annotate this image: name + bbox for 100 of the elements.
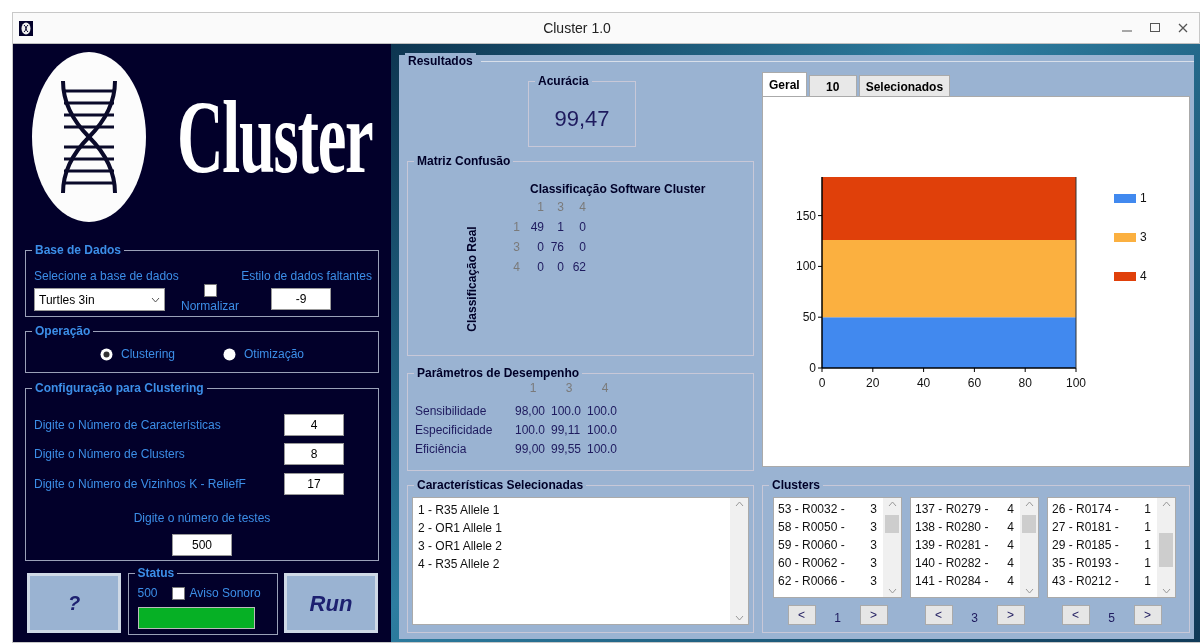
next-page-button[interactable]: > (996, 605, 1025, 625)
matrix-cell-text: 62 (571, 259, 586, 276)
list-item[interactable]: 53 - R0032 - 3 (778, 500, 879, 518)
help-button[interactable]: ? (27, 573, 121, 633)
item-cluster: 1 (1144, 519, 1151, 536)
matrix-cell-text: 49 (529, 219, 544, 236)
legend-label: 4 (1140, 269, 1147, 283)
row-label: Especificidade (415, 422, 494, 438)
item-cluster: 4 (1007, 537, 1014, 554)
tab[interactable]: Geral (762, 72, 807, 96)
list-item[interactable]: 140 - R0282 - 4 (915, 554, 1016, 572)
row-label: Eficiência (415, 441, 468, 457)
table-cell-text: 98,00 (515, 403, 547, 419)
scroll-up-icon[interactable] (887, 501, 897, 507)
list-item[interactable]: 26 - R0174 - 1 (1052, 500, 1153, 518)
scroll-down-icon[interactable] (1024, 588, 1034, 594)
tick-label: 0 (818, 376, 826, 390)
number-field[interactable]: 17 (284, 472, 344, 495)
item-name: 138 - R0280 - (915, 519, 989, 536)
next-page-button[interactable]: > (859, 605, 888, 625)
list-item[interactable]: 27 - R0181 - 1 (1052, 518, 1153, 536)
run-button[interactable]: Run (284, 573, 378, 633)
number-field[interactable]: 4 (284, 413, 344, 436)
item-cluster: 4 (1007, 555, 1014, 572)
item-cluster: 1 (1144, 501, 1151, 518)
tab[interactable]: 10 (808, 75, 857, 96)
list-item[interactable]: 2 - OR1 Allele 1 (418, 519, 725, 537)
table-cell-text: 100.0 (587, 403, 619, 419)
scroll-thumb[interactable] (1159, 533, 1173, 567)
previous-page-button[interactable]: < (924, 605, 953, 625)
table-cell-text: 99,55 (551, 441, 583, 457)
item-name: 26 - R0174 - (1052, 501, 1119, 518)
tick-label: 40 (916, 376, 931, 390)
item-name: 43 - R0212 - (1052, 573, 1119, 590)
page-number: 3 (970, 610, 979, 627)
scroll-thumb[interactable] (1022, 515, 1036, 533)
logo-text: Cluster (177, 85, 373, 189)
scroll-down-icon[interactable] (1161, 588, 1171, 594)
list-item[interactable]: 1 - R35 Allele 1 (418, 501, 725, 519)
maximize-icon[interactable] (1149, 22, 1161, 34)
radio-button[interactable] (99, 347, 113, 361)
table-cell-text: 100.0 (587, 441, 619, 457)
item-cluster: 4 (1007, 501, 1014, 518)
checkbox[interactable] (171, 586, 185, 600)
list-item[interactable]: 139 - R0281 - 4 (915, 536, 1016, 554)
legend-swatch (1114, 233, 1136, 242)
scroll-up-icon[interactable] (1161, 501, 1171, 507)
item-cluster: 4 (1007, 573, 1014, 590)
scroll-down-icon[interactable] (887, 588, 897, 594)
item-name: 137 - R0279 - (915, 501, 989, 518)
axis-title: Classificação Software Cluster (530, 181, 706, 198)
table-cell-text: 100.0 (551, 403, 583, 419)
close-icon[interactable] (1177, 22, 1189, 34)
item-cluster: 1 (1144, 555, 1151, 572)
field-label: Estilo de dados faltantes (241, 268, 372, 285)
row-header: 1 (512, 219, 520, 236)
item-cluster: 1 (1144, 573, 1151, 590)
status-count: 500 (137, 585, 158, 602)
list-item[interactable]: 29 - R0185 - 1 (1052, 536, 1153, 554)
item-cluster: 4 (1007, 519, 1014, 536)
next-page-button[interactable]: > (1133, 605, 1162, 625)
list-item[interactable]: 138 - R0280 - 4 (915, 518, 1016, 536)
column-header: 1 (528, 380, 538, 396)
scroll-up-icon[interactable] (1024, 501, 1034, 507)
dna-logo-icon (31, 51, 147, 223)
list-item[interactable]: 35 - R0193 - 1 (1052, 554, 1153, 572)
tick-label: 50 (802, 310, 816, 325)
missing-value-field[interactable]: -9 (271, 288, 331, 310)
dataset-dropdown[interactable]: Turtles 3in (34, 288, 165, 311)
scroll-down-icon[interactable] (734, 615, 744, 621)
list-item[interactable]: 59 - R0060 - 3 (778, 536, 879, 554)
tab[interactable]: Selecionados (858, 75, 951, 96)
list-item[interactable]: 43 - R0212 - 1 (1052, 572, 1153, 590)
previous-page-button[interactable]: < (1061, 605, 1090, 625)
tests-field[interactable]: 500 (172, 533, 232, 556)
group-title: Configuração para Clustering (32, 380, 207, 396)
radio-button[interactable] (223, 347, 236, 361)
tick-label: 0 (809, 361, 816, 375)
scroll-thumb[interactable] (885, 515, 899, 533)
list-item[interactable]: 58 - R0050 - 3 (778, 518, 879, 536)
scroll-up-icon[interactable] (734, 501, 744, 507)
item-name: 35 - R0193 - (1052, 555, 1119, 572)
number-field[interactable]: 8 (284, 443, 344, 466)
radio-label: Otimização (244, 346, 305, 363)
list-item[interactable]: 62 - R0066 - 3 (778, 572, 879, 590)
window-title: Cluster 1.0 (543, 19, 611, 36)
tick-label: 60 (967, 376, 982, 390)
matrix-cell-text: 0 (556, 259, 564, 276)
list-item[interactable]: 141 - R0284 - 4 (915, 572, 1016, 590)
legend-label: 3 (1140, 230, 1147, 244)
item-name: 53 - R0032 - (778, 501, 845, 518)
checkbox-label: Normalizar (181, 298, 239, 315)
list-item[interactable]: 60 - R0062 - 3 (778, 554, 879, 572)
tick-label: 100 (1066, 376, 1086, 390)
list-item[interactable]: 4 - R35 Allele 2 (418, 555, 725, 573)
list-item[interactable]: 3 - OR1 Allele 2 (418, 537, 725, 555)
previous-page-button[interactable]: < (787, 605, 816, 625)
list-item[interactable]: 137 - R0279 - 4 (915, 500, 1016, 518)
radio-label: Clustering (120, 346, 175, 363)
checkbox[interactable] (203, 284, 217, 297)
